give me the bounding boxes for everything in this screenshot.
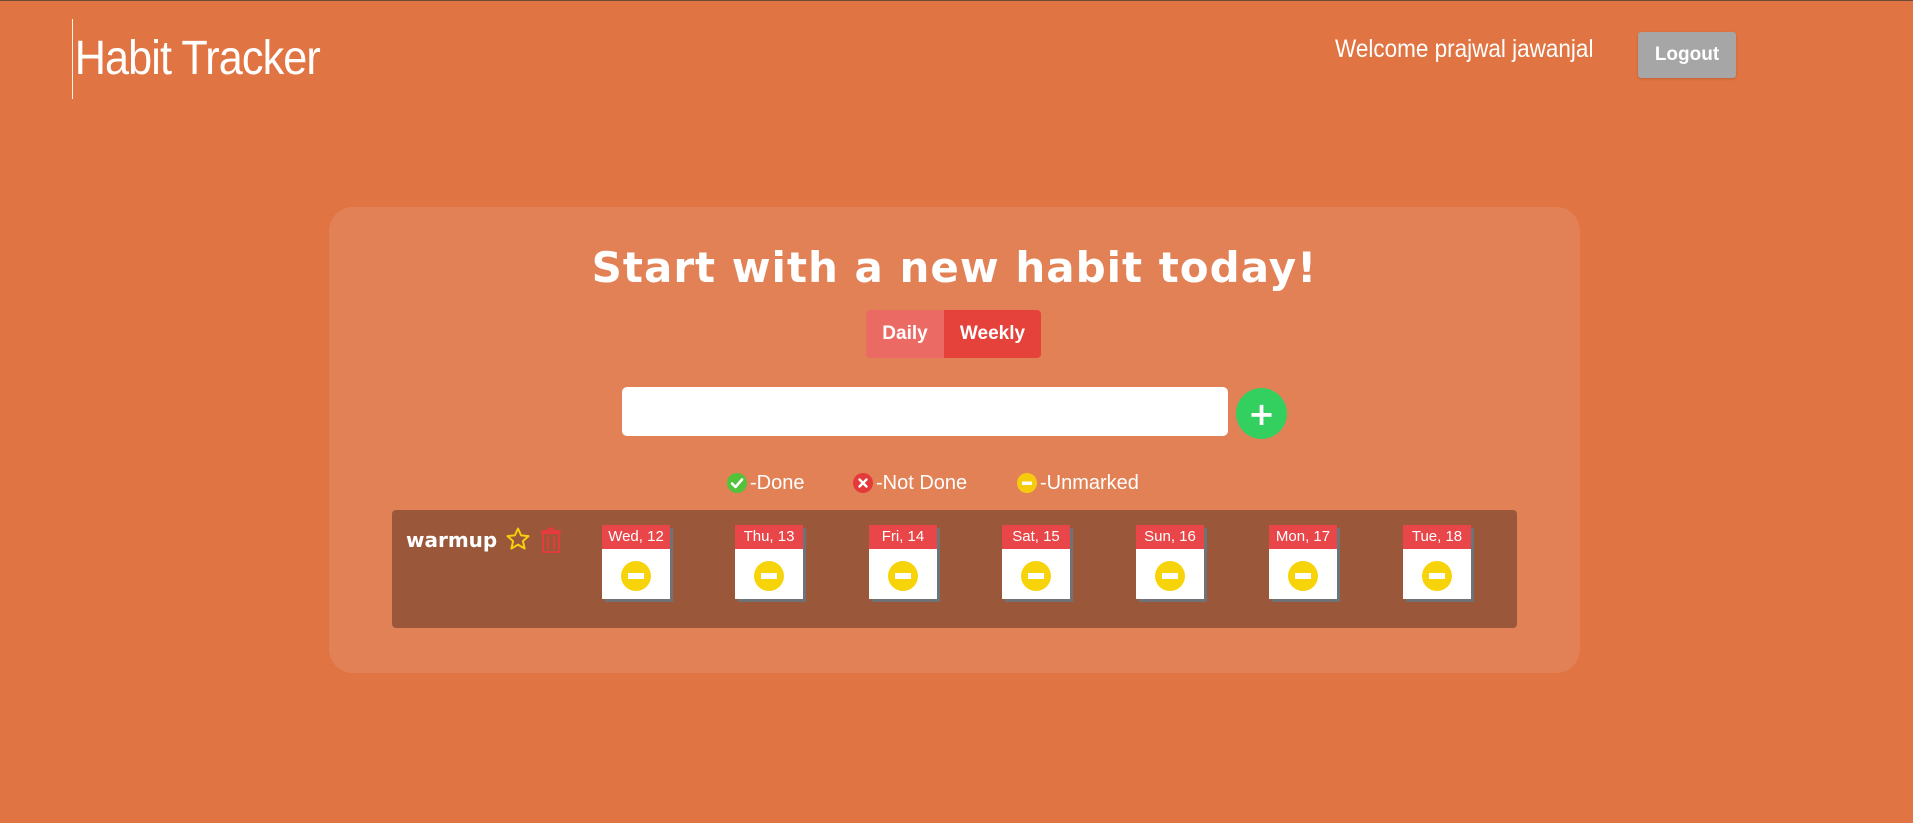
day-label: Fri, 14: [869, 525, 937, 549]
page-title: Start with a new habit today!: [591, 243, 1318, 292]
check-circle-icon: [727, 473, 747, 493]
day-cell[interactable]: Tue, 18: [1403, 525, 1473, 601]
minus-circle-icon[interactable]: [1155, 561, 1185, 591]
minus-circle-icon[interactable]: [754, 561, 784, 591]
day-label: Sat, 15: [1002, 525, 1070, 549]
legend-unmarked: -Unmarked: [1017, 471, 1139, 495]
day-label: Tue, 18: [1403, 525, 1471, 549]
minus-circle-icon[interactable]: [621, 561, 651, 591]
legend-done: -Done: [727, 471, 804, 495]
view-toggle: Daily Weekly: [866, 310, 1041, 358]
welcome-message: Welcome prajwal jawanjal: [1335, 35, 1594, 63]
minus-circle-icon[interactable]: [1288, 561, 1318, 591]
minus-circle-icon[interactable]: [1422, 561, 1452, 591]
navbar: Habit Tracker Welcome prajwal jawanjal L…: [0, 1, 1913, 101]
weekly-toggle-button[interactable]: Weekly: [944, 310, 1041, 358]
legend-unmarked-label: -Unmarked: [1040, 471, 1139, 494]
star-icon[interactable]: [505, 526, 531, 552]
day-cell[interactable]: Wed, 12: [602, 525, 672, 601]
habit-name: warmup: [406, 528, 498, 552]
day-label: Thu, 13: [735, 525, 803, 549]
minus-circle-icon: [1017, 473, 1037, 493]
app-title[interactable]: Habit Tracker: [72, 19, 321, 99]
add-habit-button[interactable]: +: [1236, 388, 1287, 439]
daily-toggle-button[interactable]: Daily: [866, 310, 944, 358]
day-cell[interactable]: Sat, 15: [1002, 525, 1072, 601]
legend-not-done: -Not Done: [853, 471, 967, 495]
legend-not-done-label: -Not Done: [876, 471, 968, 494]
legend-done-label: -Done: [750, 471, 805, 494]
day-label: Wed, 12: [602, 525, 670, 549]
minus-circle-icon[interactable]: [1021, 561, 1051, 591]
day-label: Mon, 17: [1269, 525, 1337, 549]
new-habit-input[interactable]: [622, 387, 1228, 436]
minus-circle-icon[interactable]: [888, 561, 918, 591]
habit-card: Start with a new habit today! Daily Week…: [329, 207, 1580, 673]
habit-row: warmup Wed, 12 Thu, 13 Fri, 14 Sat, 15 S…: [392, 510, 1517, 628]
day-cell[interactable]: Sun, 16: [1136, 525, 1206, 601]
day-cell[interactable]: Thu, 13: [735, 525, 805, 601]
logout-button[interactable]: Logout: [1638, 32, 1736, 78]
day-cell[interactable]: Fri, 14: [869, 525, 939, 601]
day-cell[interactable]: Mon, 17: [1269, 525, 1339, 601]
trash-icon[interactable]: [540, 527, 562, 553]
day-label: Sun, 16: [1136, 525, 1204, 549]
x-circle-icon: [853, 473, 873, 493]
